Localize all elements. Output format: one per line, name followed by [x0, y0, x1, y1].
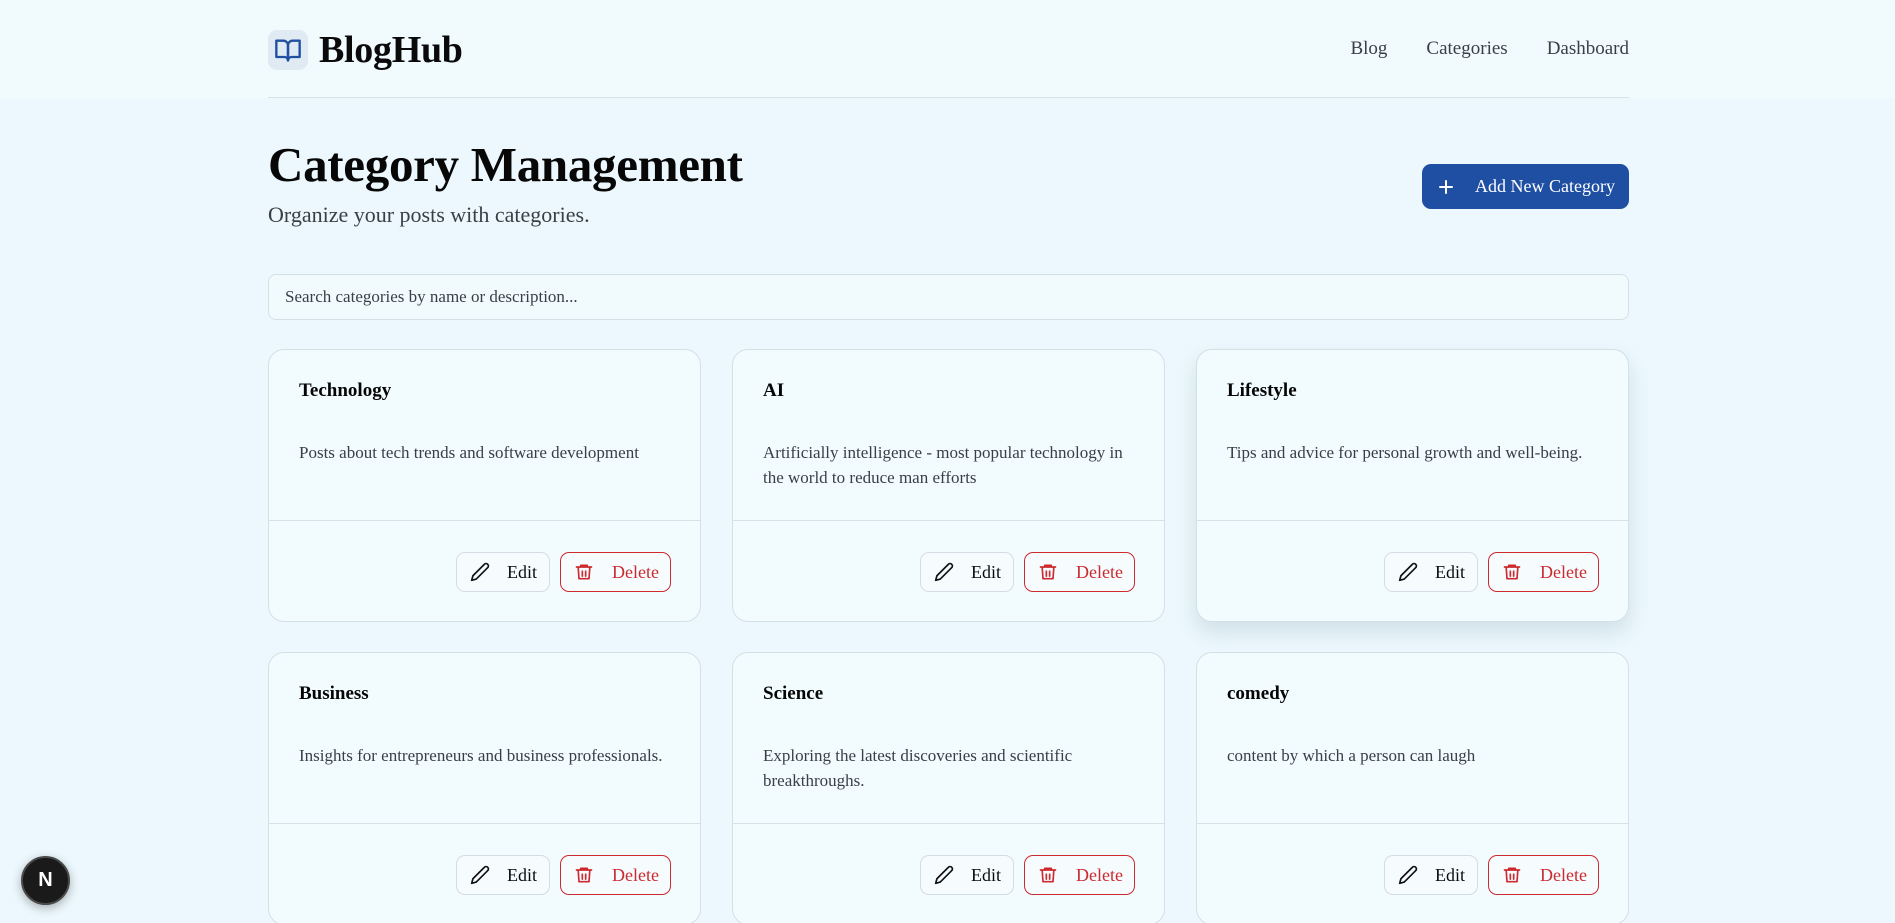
delete-button[interactable]: Delete — [560, 552, 671, 592]
edit-label: Edit — [1435, 864, 1465, 885]
delete-label: Delete — [1076, 864, 1123, 885]
card-divider — [269, 823, 700, 824]
edit-label: Edit — [507, 864, 537, 885]
edit-label: Edit — [507, 561, 537, 582]
delete-label: Delete — [1076, 561, 1123, 582]
category-card: Science Exploring the latest discoveries… — [732, 652, 1165, 923]
category-name: AI — [763, 380, 785, 401]
category-description: Artificially intelligence - most popular… — [763, 443, 1123, 487]
edit-label: Edit — [971, 864, 1001, 885]
category-description: content by which a person can laugh — [1227, 746, 1476, 765]
category-card: Lifestyle Tips and advice for personal g… — [1196, 349, 1629, 622]
card-divider — [1197, 823, 1628, 824]
category-name: Science — [763, 683, 824, 704]
delete-label: Delete — [1540, 561, 1587, 582]
category-name: Technology — [299, 380, 392, 401]
page-title: Category Management — [268, 137, 743, 192]
pencil-icon — [1397, 864, 1419, 886]
trash-icon — [573, 561, 595, 583]
edit-label: Edit — [1435, 561, 1465, 582]
edit-label: Edit — [971, 561, 1001, 582]
category-card: Business Insights for entrepreneurs and … — [268, 652, 701, 923]
trash-icon — [573, 864, 595, 886]
edit-button[interactable]: Edit — [1384, 552, 1478, 592]
top-navbar: BlogHub Blog Categories Dashboard — [0, 0, 1895, 98]
category-description: Posts about tech trends and software dev… — [299, 443, 639, 462]
delete-label: Delete — [612, 864, 659, 885]
brand-name: BlogHub — [319, 29, 463, 71]
edit-button[interactable]: Edit — [920, 855, 1014, 895]
card-divider — [269, 520, 700, 521]
category-description: Insights for entrepreneurs and business … — [299, 746, 663, 765]
edit-button[interactable]: Edit — [456, 855, 550, 895]
trash-icon — [1501, 864, 1523, 886]
devtools-badge-label: N — [38, 869, 53, 891]
devtools-badge[interactable]: N — [21, 856, 70, 905]
navbar-inner: BlogHub Blog Categories Dashboard — [268, 0, 1629, 98]
card-divider — [1197, 520, 1628, 521]
pencil-icon — [933, 561, 955, 583]
trash-icon — [1037, 561, 1059, 583]
edit-button[interactable]: Edit — [1384, 855, 1478, 895]
add-category-label: Add New Category — [1475, 176, 1615, 196]
card-divider — [733, 520, 1164, 521]
plus-icon — [1437, 178, 1455, 196]
category-description: Exploring the latest discoveries and sci… — [763, 746, 1073, 790]
category-description: Tips and advice for personal growth and … — [1227, 443, 1583, 462]
delete-button[interactable]: Delete — [1024, 552, 1135, 592]
nav-link-blog[interactable]: Blog — [1350, 38, 1387, 60]
pencil-icon — [933, 864, 955, 886]
category-card: Technology Posts about tech trends and s… — [268, 349, 701, 622]
card-divider — [733, 823, 1164, 824]
nav-link-categories[interactable]: Categories — [1426, 38, 1507, 60]
search-input[interactable] — [268, 274, 1629, 320]
book-open-icon — [268, 30, 308, 70]
delete-button[interactable]: Delete — [1488, 552, 1599, 592]
edit-button[interactable]: Edit — [456, 552, 550, 592]
pencil-icon — [469, 561, 491, 583]
category-name: Business — [299, 683, 369, 704]
nav-link-dashboard[interactable]: Dashboard — [1547, 38, 1629, 60]
page-subtitle: Organize your posts with categories. — [268, 202, 590, 227]
main-nav: Blog Categories Dashboard — [1350, 38, 1629, 60]
category-card: comedy content by which a person can lau… — [1196, 652, 1629, 923]
edit-button[interactable]: Edit — [920, 552, 1014, 592]
delete-button[interactable]: Delete — [560, 855, 671, 895]
add-category-button[interactable]: Add New Category — [1422, 164, 1629, 209]
category-card: AI Artificially intelligence - most popu… — [732, 349, 1165, 622]
delete-label: Delete — [612, 561, 659, 582]
delete-label: Delete — [1540, 864, 1587, 885]
category-name: comedy — [1227, 683, 1290, 704]
delete-button[interactable]: Delete — [1488, 855, 1599, 895]
trash-icon — [1037, 864, 1059, 886]
trash-icon — [1501, 561, 1523, 583]
pencil-icon — [469, 864, 491, 886]
brand-logo[interactable]: BlogHub — [268, 28, 463, 72]
delete-button[interactable]: Delete — [1024, 855, 1135, 895]
category-name: Lifestyle — [1227, 380, 1297, 401]
pencil-icon — [1397, 561, 1419, 583]
